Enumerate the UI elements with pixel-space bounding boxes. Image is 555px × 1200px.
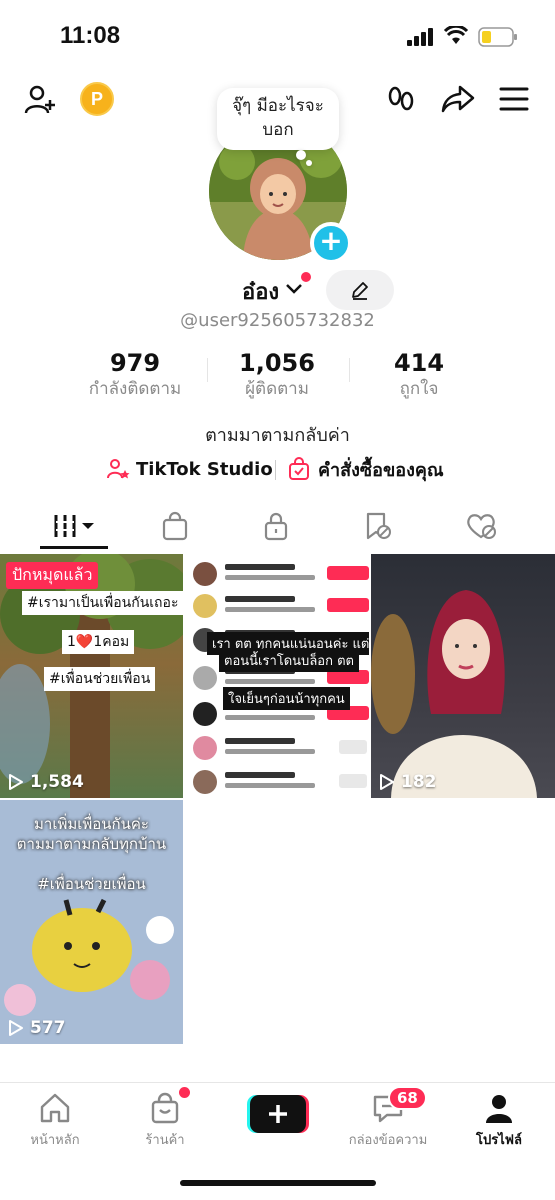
account-switch-dot [301,272,311,282]
coin-icon: P [90,88,103,109]
create-plus-icon [247,1095,309,1133]
view-count-value: 577 [30,1018,66,1038]
profile-icon [486,1095,512,1123]
video-caption: 1❤️1คอม [62,630,135,654]
add-friend-button[interactable] [22,82,58,118]
tab-private[interactable] [241,506,311,546]
video-caption: ตอนนี้เราโดนบล็อก ตต [219,649,359,672]
orders-label: คำสั่งซื้อของคุณ [318,459,444,481]
tab-saved[interactable] [342,506,412,546]
list-item [193,770,367,794]
bookmark-hidden-icon [366,512,391,540]
cellular-signal-icon [407,28,433,46]
stat-following[interactable]: 979 กำลังติดตาม [65,348,205,400]
tab-videos[interactable] [40,506,110,546]
share-profile-button[interactable] [440,82,476,116]
video-caption: #เพื่อนช่วยเพื่อน [44,667,156,691]
avatar-note-text: จุ๊ๆ มีอะไรจะบอก [232,96,324,140]
tab-liked[interactable] [446,506,516,546]
tiktok-studio-link[interactable]: TikTok Studio [106,454,273,484]
video-caption: ใจเย็นๆก่อนน้าทุกคน [223,687,350,710]
status-time: 11:08 [60,22,121,49]
view-count: 182 [379,772,437,792]
nav-shop[interactable]: ร้านค้า [115,1091,215,1150]
create-button[interactable] [247,1095,309,1133]
nav-inbox-label: กล่องข้อความ [348,1133,428,1148]
plus-icon: + [319,224,343,257]
studio-person-icon [107,459,130,479]
nav-profile[interactable]: โปรไฟล์ [449,1091,549,1150]
username: @user925605732832 [180,310,375,331]
display-name: อ๋อง [242,280,280,305]
nav-shop-label: ร้านค้า [145,1133,185,1148]
stat-likes[interactable]: 414 ถูกใจ [349,348,489,400]
list-item [193,594,369,618]
play-icon [9,774,23,790]
play-icon [380,774,394,790]
video-tile[interactable]: มาเพิ่มเพื่อนกันค่ะ ตามมาตามกลับทุกบ้าน … [0,800,183,1044]
play-icon [9,1020,23,1036]
nav-home-label: หน้าหลัก [30,1133,80,1148]
stat-following-label: กำลังติดตาม [88,379,182,399]
stat-likes-label: ถูกใจ [399,379,439,399]
coin-button[interactable]: P [80,82,114,116]
add-user-icon [24,85,55,114]
view-count: 577 [8,1018,66,1038]
home-icon [40,1093,70,1123]
stat-following-value: 979 [109,349,161,377]
video-caption: #เพื่อนช่วยเพื่อน [37,875,146,893]
list-item [193,736,367,760]
stat-followers-value: 1,056 [239,349,315,377]
list-item [193,562,369,586]
liked-hidden-icon [467,514,496,539]
shop-icon [151,1092,179,1124]
nav-home[interactable]: หน้าหลัก [5,1091,105,1150]
video-caption: ตามมาตามกลับทุกบ้าน [16,835,167,853]
pinned-badge: ปักหมุดแล้ว [6,562,99,589]
edit-profile-button[interactable] [326,270,394,310]
tiktok-studio-label: TikTok Studio [136,458,273,480]
pencil-icon [352,282,368,300]
profile-views-button[interactable] [384,82,418,116]
home-indicator [180,1180,376,1186]
hamburger-menu-icon [499,87,529,111]
view-count-value: 1,584 [30,772,84,792]
shop-bag-icon [162,511,188,541]
battery-icon [478,27,517,47]
stat-likes-value: 414 [393,349,445,377]
share-icon [441,85,475,113]
video-tile[interactable]: 182 [371,554,555,798]
video-caption: #เรามาเป็นเพื่อนกันเถอะ [22,591,183,615]
lock-icon [264,512,288,541]
wifi-icon [444,26,468,44]
view-count: 1,584 [8,772,84,792]
stat-followers[interactable]: 1,056 ผู้ติดตาม [207,348,347,400]
stat-followers-label: ผู้ติดตาม [245,379,309,399]
shopping-bag-check-icon [289,457,309,480]
orders-link[interactable]: คำสั่งซื้อของคุณ [288,454,444,484]
videos-grid-icon [54,515,94,537]
tab-active-underline [40,546,108,549]
status-bar: 11:08 [0,0,555,70]
nav-profile-label: โปรไฟล์ [476,1133,522,1148]
menu-button[interactable] [498,84,530,114]
avatar-note-bubble[interactable]: จุ๊ๆ มีอะไรจะบอก [217,88,339,150]
add-story-button[interactable]: + [310,222,352,264]
video-thumbnail [371,590,537,798]
footprints-icon [388,86,414,111]
tab-shop[interactable] [140,506,210,546]
inbox-badge: 68 [388,1086,427,1110]
view-count-value: 182 [401,772,437,792]
video-tile[interactable]: ปักหมุดแล้ว #เรามาเป็นเพื่อนกันเถอะ 1❤️1… [0,554,183,798]
chevron-down-icon[interactable] [285,282,303,296]
shop-notification-dot [179,1087,190,1098]
video-tile[interactable]: เรา ตต ทุกคนแน่นอนค่ะ แต่ ตอนนี้เราโดนบล… [185,554,369,798]
link-separator [275,460,276,480]
bio: ตามมาตามกลับค่า [205,425,350,446]
